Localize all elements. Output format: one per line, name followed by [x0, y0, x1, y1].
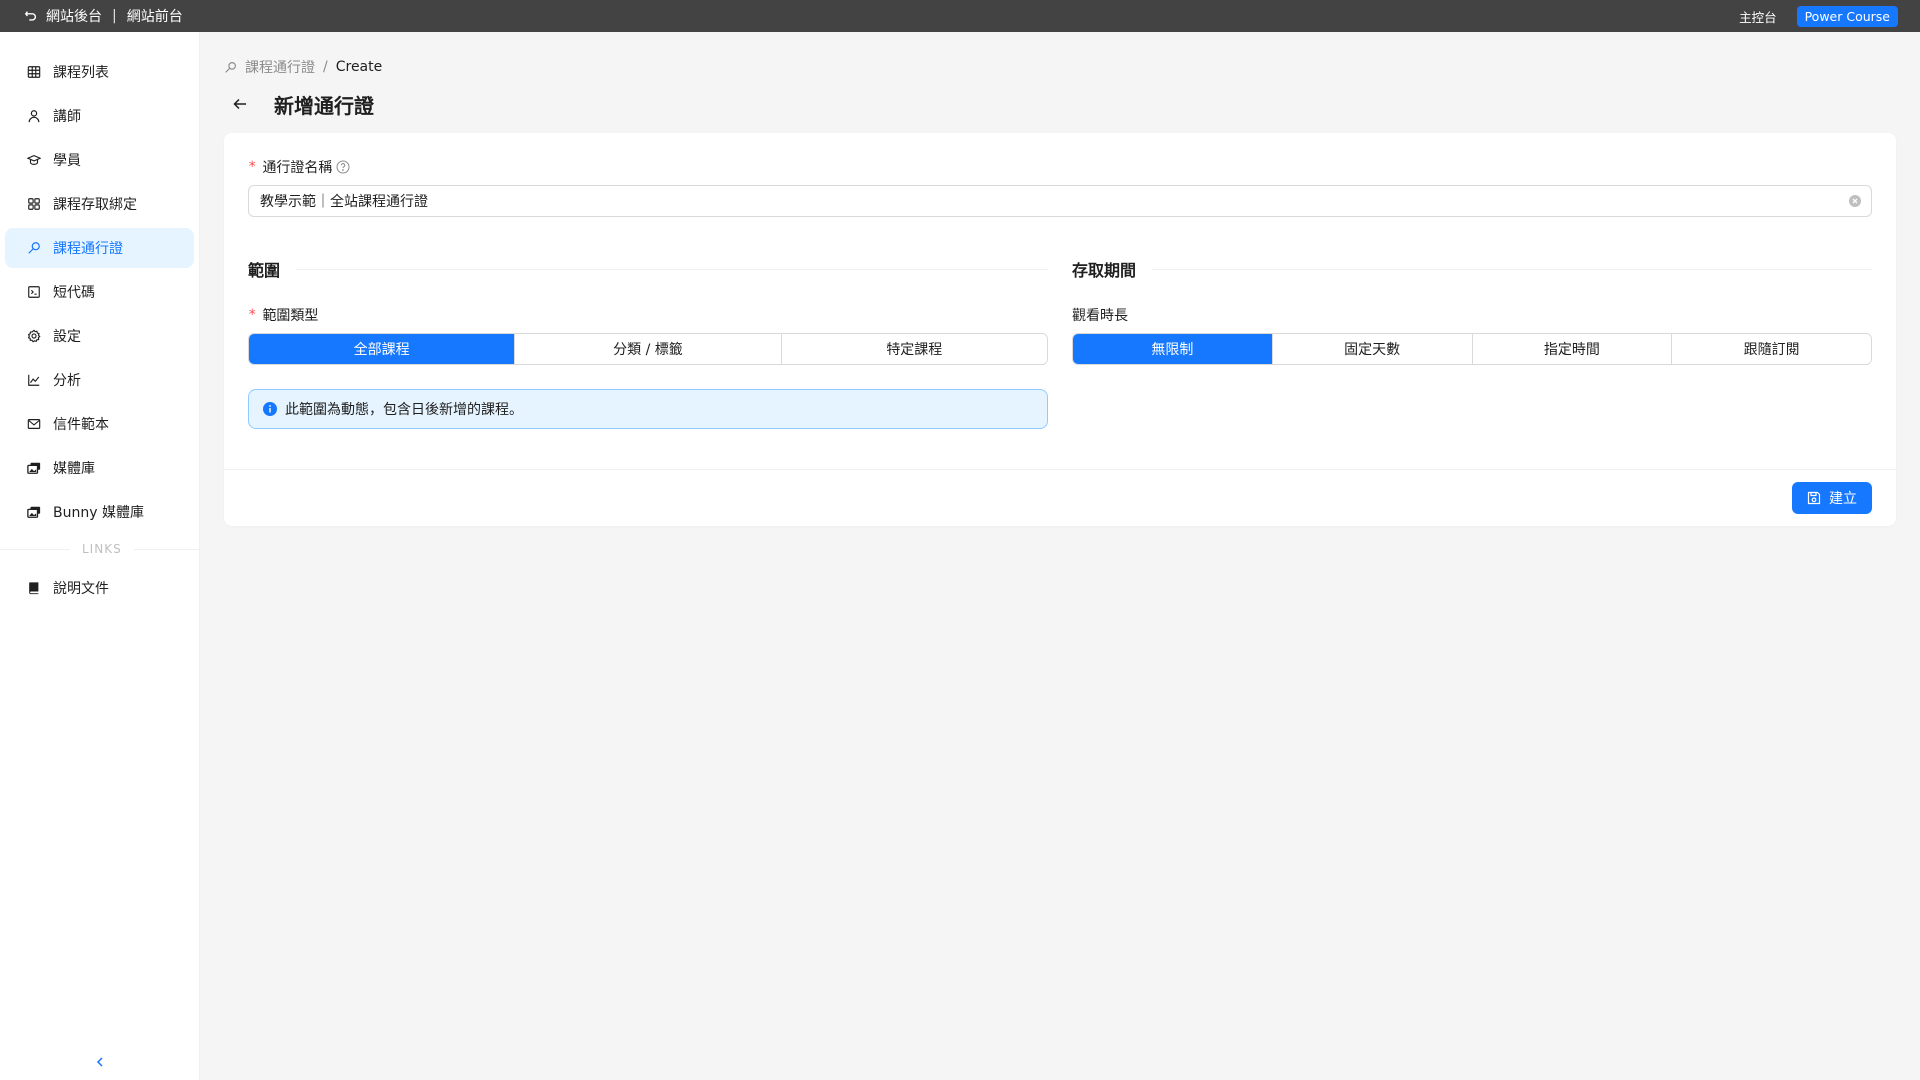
sidebar: 課程列表 講師 學員 課程存取綁定 課程通行證 短代碼 設定 分析 信件範本 媒…: [0, 32, 200, 1080]
duration-option-fixed-days[interactable]: 固定天數: [1271, 334, 1472, 364]
topbar-separator: |: [112, 8, 117, 24]
arrow-left-icon: [233, 98, 246, 110]
sidebar-item-bunny-media[interactable]: Bunny 媒體庫: [5, 492, 194, 532]
name-label-text: 通行證名稱: [262, 160, 333, 176]
sidebar-item-label: 媒體庫: [53, 461, 95, 477]
code-icon: [28, 286, 40, 298]
sidebar-item-media-library[interactable]: 媒體庫: [5, 448, 194, 488]
main-content: 課程通行證 / Create 新增通行證 * 通行證名稱 教學示範｜全站課程通行…: [224, 32, 1896, 526]
sidebar-menu: 課程列表 講師 學員 課程存取綁定 課程通行證 短代碼 設定 分析 信件範本 媒…: [0, 32, 199, 532]
page-title: 新增通行證: [274, 93, 374, 118]
user-icon: [28, 110, 40, 123]
required-mark: *: [248, 159, 257, 175]
scope-type-label-text: 範圍類型: [262, 308, 319, 324]
gear-icon: [27, 329, 41, 343]
sidebar-item-teachers[interactable]: 講師: [5, 96, 194, 136]
scope-option-category[interactable]: 分類 / 標籤: [514, 334, 781, 364]
sidebar-item-label: 短代碼: [53, 285, 95, 301]
sidebar-item-label: 信件範本: [53, 417, 109, 433]
sidebar-item-label: Bunny 媒體庫: [53, 505, 144, 521]
sidebar-item-analytics[interactable]: 分析: [5, 360, 194, 400]
key-icon: [225, 61, 236, 73]
book-icon: [29, 582, 39, 595]
chart-line-icon: [28, 374, 40, 386]
scope-info-text: 此範圍為動態，包含日後新增的課程。: [285, 402, 523, 418]
sidebar-item-shortcode[interactable]: 短代碼: [5, 272, 194, 312]
pass-name-value: 教學示範｜全站課程通行證: [260, 194, 428, 210]
access-column: 存取期間 觀看時長 無限制 固定天數 指定時間 跟隨訂閱: [1072, 257, 1872, 429]
scope-option-all[interactable]: 全部課程: [249, 334, 515, 364]
required-mark: *: [248, 307, 257, 323]
duration-segmented: 無限制 固定天數 指定時間 跟隨訂閱: [1072, 333, 1872, 365]
frontend-link[interactable]: 網站前台: [127, 6, 183, 26]
breadcrumb-separator: /: [323, 59, 328, 75]
info-circle-icon: [263, 402, 277, 416]
duration-option-subscription[interactable]: 跟隨訂閱: [1671, 334, 1871, 364]
breadcrumb: 課程通行證 / Create: [224, 57, 1896, 77]
sidebar-item-settings[interactable]: 設定: [5, 316, 194, 356]
scope-type-label: * 範圍類型: [248, 305, 1048, 325]
site-nav: 網站後台 | 網站前台: [24, 6, 183, 26]
create-button-label: 建立: [1829, 491, 1857, 507]
undo-icon[interactable]: [24, 9, 38, 23]
duration-option-specific-time[interactable]: 指定時間: [1471, 334, 1672, 364]
chevron-left-icon: [96, 1057, 103, 1067]
sidebar-item-label: 學員: [53, 153, 81, 169]
sidebar-item-label: 課程通行證: [53, 241, 123, 257]
breadcrumb-parent[interactable]: 課程通行證: [245, 57, 315, 77]
duration-label: 觀看時長: [1072, 305, 1872, 325]
sidebar-item-label: 課程存取綁定: [53, 197, 137, 213]
console-link[interactable]: 主控台: [1739, 7, 1777, 26]
duration-label-text: 觀看時長: [1072, 308, 1128, 324]
backend-link[interactable]: 網站後台: [46, 6, 102, 26]
create-button[interactable]: 建立: [1792, 482, 1872, 514]
mail-icon: [27, 419, 41, 429]
form-card: * 通行證名稱 教學示範｜全站課程通行證 範圍 * 範圍類型 全部課程 分類 /…: [224, 133, 1896, 526]
sidebar-item-courses[interactable]: 課程列表: [5, 52, 194, 92]
scope-info-alert: 此範圍為動態，包含日後新增的課程。: [248, 389, 1048, 429]
top-bar: 網站後台 | 網站前台 主控台 Power Course: [0, 0, 1920, 32]
sidebar-item-label: 說明文件: [53, 581, 109, 597]
access-section-title: 存取期間: [1072, 257, 1872, 281]
duration-option-unlimited[interactable]: 無限制: [1073, 334, 1272, 364]
apps-icon: [28, 198, 40, 210]
sidebar-item-students[interactable]: 學員: [5, 140, 194, 180]
back-button[interactable]: [224, 88, 256, 120]
save-icon: [1807, 491, 1821, 505]
question-circle-icon[interactable]: [336, 160, 350, 174]
sidebar-item-label: 課程列表: [53, 65, 109, 81]
media-icon: [27, 462, 41, 474]
card-footer: 建立: [224, 469, 1896, 526]
scope-type-segmented: 全部課程 分類 / 標籤 特定課程: [248, 333, 1048, 365]
scope-section-title: 範圍: [248, 257, 1048, 281]
sidebar-item-label: 分析: [53, 373, 81, 389]
links-divider: LINKS: [0, 542, 199, 556]
student-cap-icon: [27, 155, 41, 165]
name-field-label: * 通行證名稱: [248, 157, 1872, 177]
breadcrumb-current: Create: [335, 59, 383, 75]
scope-column: 範圍 * 範圍類型 全部課程 分類 / 標籤 特定課程 此範圍為動態，包含日後新…: [248, 257, 1048, 429]
key-icon: [28, 242, 40, 254]
sidebar-item-docs[interactable]: 說明文件: [5, 568, 194, 608]
clear-circle-icon[interactable]: [1849, 195, 1861, 207]
table-icon: [27, 66, 41, 78]
sidebar-collapse-button[interactable]: [0, 1056, 200, 1068]
sidebar-item-label: 設定: [53, 329, 81, 345]
brand-badge[interactable]: Power Course: [1796, 5, 1898, 27]
sidebar-item-email-templates[interactable]: 信件範本: [5, 404, 194, 444]
pass-name-input[interactable]: 教學示範｜全站課程通行證: [248, 185, 1872, 217]
scope-option-specific[interactable]: 特定課程: [780, 334, 1047, 364]
media-icon: [27, 506, 41, 518]
sidebar-item-access-binding[interactable]: 課程存取綁定: [5, 184, 194, 224]
sidebar-item-course-pass[interactable]: 課程通行證: [5, 228, 194, 268]
sidebar-item-label: 講師: [53, 109, 81, 125]
